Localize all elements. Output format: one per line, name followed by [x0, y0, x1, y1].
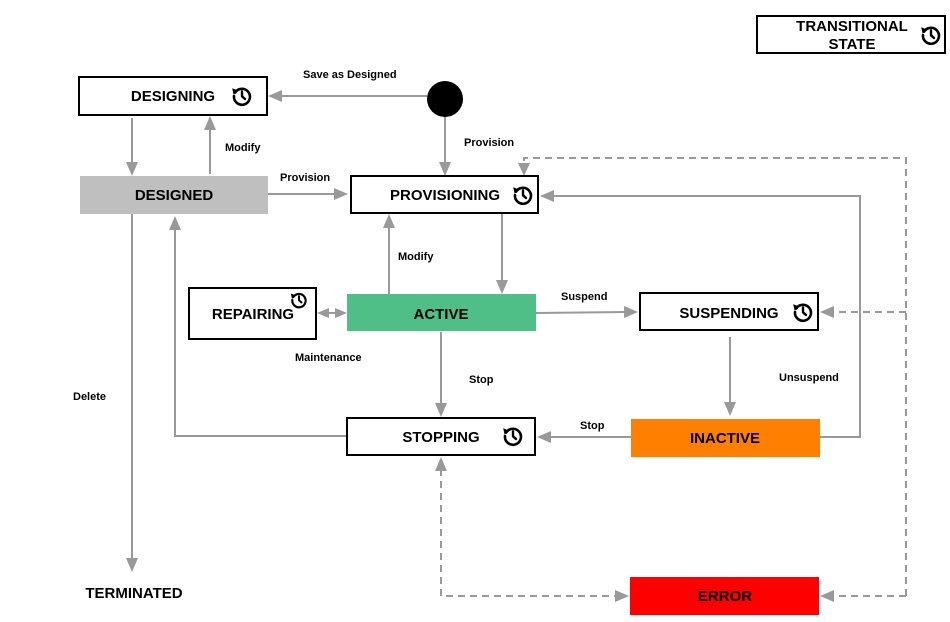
- state-label: ERROR: [698, 588, 752, 605]
- arrowhead: [496, 280, 508, 294]
- arrowhead: [435, 457, 447, 471]
- state-label: INACTIVE: [690, 430, 760, 447]
- arrowhead: [820, 590, 834, 602]
- label-provision-designed: Provision: [280, 172, 330, 184]
- label-stop-active: Stop: [469, 374, 494, 386]
- state-label: PROVISIONING: [390, 187, 500, 204]
- arrowhead: [518, 163, 530, 176]
- state-diagram: TRANSITIONAL STATE DESIGNING DESIGNED PR…: [73, 15, 946, 615]
- state-active[interactable]: ACTIVE: [347, 294, 536, 331]
- arrowhead: [624, 306, 638, 318]
- state-designing[interactable]: DESIGNING: [78, 76, 268, 116]
- state-label: ACTIVE: [413, 306, 468, 323]
- state-suspending[interactable]: SUSPENDING: [639, 292, 819, 331]
- legend-line2: STATE: [829, 36, 876, 53]
- transition-labels: Save as Designed Provision Modify Provis…: [73, 69, 839, 432]
- arrowhead: [317, 308, 329, 318]
- state-terminated[interactable]: TERMINATED: [85, 585, 182, 602]
- label-modify-designed: Modify: [225, 142, 261, 154]
- arrowhead: [615, 590, 629, 602]
- arrowhead: [126, 162, 138, 176]
- label-suspend: Suspend: [561, 291, 607, 303]
- arrowhead: [334, 188, 348, 200]
- arrowhead: [335, 308, 347, 318]
- state-label: DESIGNING: [131, 88, 215, 105]
- state-label: STOPPING: [402, 429, 479, 446]
- state-label: SUSPENDING: [679, 305, 778, 322]
- state-error[interactable]: ERROR: [630, 577, 819, 615]
- arrowhead: [540, 190, 554, 202]
- legend-line1: TRANSITIONAL: [796, 18, 908, 35]
- arrowhead: [435, 403, 447, 417]
- label-modify-active: Modify: [398, 251, 434, 263]
- state-label: TERMINATED: [85, 585, 182, 602]
- arrowhead: [820, 306, 834, 318]
- arrowhead: [126, 558, 138, 572]
- label-unsuspend: Unsuspend: [779, 372, 839, 384]
- label-provision-initial: Provision: [464, 137, 514, 149]
- label-maintenance: Maintenance: [295, 352, 362, 364]
- legend-transitional-state: TRANSITIONAL STATE: [756, 15, 946, 54]
- label-delete: Delete: [73, 391, 106, 403]
- label-save-as-designed: Save as Designed: [303, 69, 397, 81]
- start-node: [427, 81, 463, 117]
- arrowhead: [439, 162, 451, 176]
- state-provisioning[interactable]: PROVISIONING: [350, 175, 539, 214]
- state-stopping[interactable]: STOPPING: [346, 417, 536, 456]
- arrowhead: [537, 431, 551, 443]
- edge-error-provisioning: [523, 157, 907, 596]
- arrowhead: [383, 214, 395, 228]
- state-designed[interactable]: DESIGNED: [80, 176, 268, 214]
- edge-suspend: [535, 311, 627, 314]
- arrowhead: [268, 90, 282, 102]
- arrowhead: [169, 216, 181, 230]
- edge-stopping-error: [440, 469, 616, 597]
- state-label: REPAIRING: [212, 306, 294, 323]
- state-repairing[interactable]: REPAIRING: [188, 287, 317, 340]
- state-label: DESIGNED: [135, 187, 214, 204]
- arrowhead: [204, 116, 216, 130]
- state-inactive[interactable]: INACTIVE: [631, 419, 820, 457]
- arrowhead: [724, 402, 736, 416]
- label-stop-inactive: Stop: [580, 420, 605, 432]
